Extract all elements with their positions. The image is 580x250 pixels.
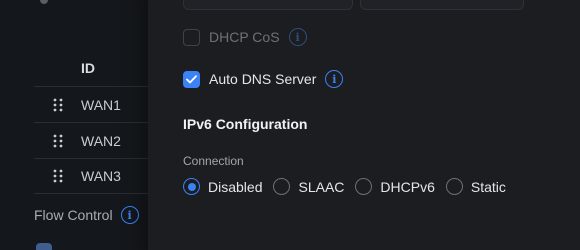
background-indicator xyxy=(40,0,48,4)
table-row[interactable]: WAN3 xyxy=(34,158,154,194)
ipv6-section-title: IPv6 Configuration xyxy=(183,116,308,132)
table-cell-id: WAN3 xyxy=(81,168,121,184)
radio-option-static[interactable]: Static xyxy=(445,178,506,195)
radio-label: Disabled xyxy=(208,178,263,195)
table-row[interactable]: WAN2 xyxy=(34,122,154,158)
drag-handle-icon[interactable] xyxy=(34,169,81,183)
radio-option-slaac[interactable]: SLAAC xyxy=(273,178,344,195)
connection-label: Connection xyxy=(183,154,244,168)
auto-dns-label: Auto DNS Server xyxy=(209,71,317,87)
info-icon[interactable]: i xyxy=(288,28,307,46)
input-field[interactable] xyxy=(360,0,524,10)
table-cell-id: WAN2 xyxy=(81,132,121,149)
dhcp-cos-row: DHCP CoS i xyxy=(183,28,307,46)
wan-table: ID WAN1 WAN2 WAN3 xyxy=(34,50,154,194)
connection-radio-group: Disabled SLAAC DHCPv6 Static xyxy=(183,178,517,195)
drag-handle-icon[interactable] xyxy=(34,134,81,148)
info-icon[interactable]: i xyxy=(325,70,344,88)
info-icon[interactable]: i xyxy=(120,206,139,224)
dhcp-cos-checkbox[interactable] xyxy=(183,28,200,46)
radio-option-dhcpv6[interactable]: DHCPv6 xyxy=(355,178,435,195)
input-field[interactable] xyxy=(183,0,353,10)
table-row[interactable]: WAN1 xyxy=(34,86,154,122)
radio-button[interactable] xyxy=(273,178,291,195)
check-icon xyxy=(186,74,197,83)
flow-control-checkbox[interactable] xyxy=(36,243,52,250)
dhcp-cos-label: DHCP CoS xyxy=(209,29,280,45)
radio-option-disabled[interactable]: Disabled xyxy=(183,178,262,195)
radio-label: Static xyxy=(470,178,506,195)
table-header-id: ID xyxy=(81,60,95,76)
radio-button[interactable] xyxy=(183,178,200,195)
drag-handle-icon[interactable] xyxy=(34,98,81,112)
radio-button[interactable] xyxy=(355,178,373,195)
auto-dns-checkbox[interactable] xyxy=(183,70,200,88)
flow-control-label: Flow Control xyxy=(34,207,113,223)
radio-label: DHCPv6 xyxy=(380,178,435,195)
radio-button[interactable] xyxy=(445,178,463,195)
radio-label: SLAAC xyxy=(298,178,345,195)
wan-settings-modal: DHCP CoS i Auto DNS Server i IPv6 Config… xyxy=(148,0,580,250)
flow-control-label-row: Flow Control i xyxy=(34,206,139,224)
auto-dns-row: Auto DNS Server i xyxy=(183,70,344,88)
table-cell-id: WAN1 xyxy=(81,96,121,113)
